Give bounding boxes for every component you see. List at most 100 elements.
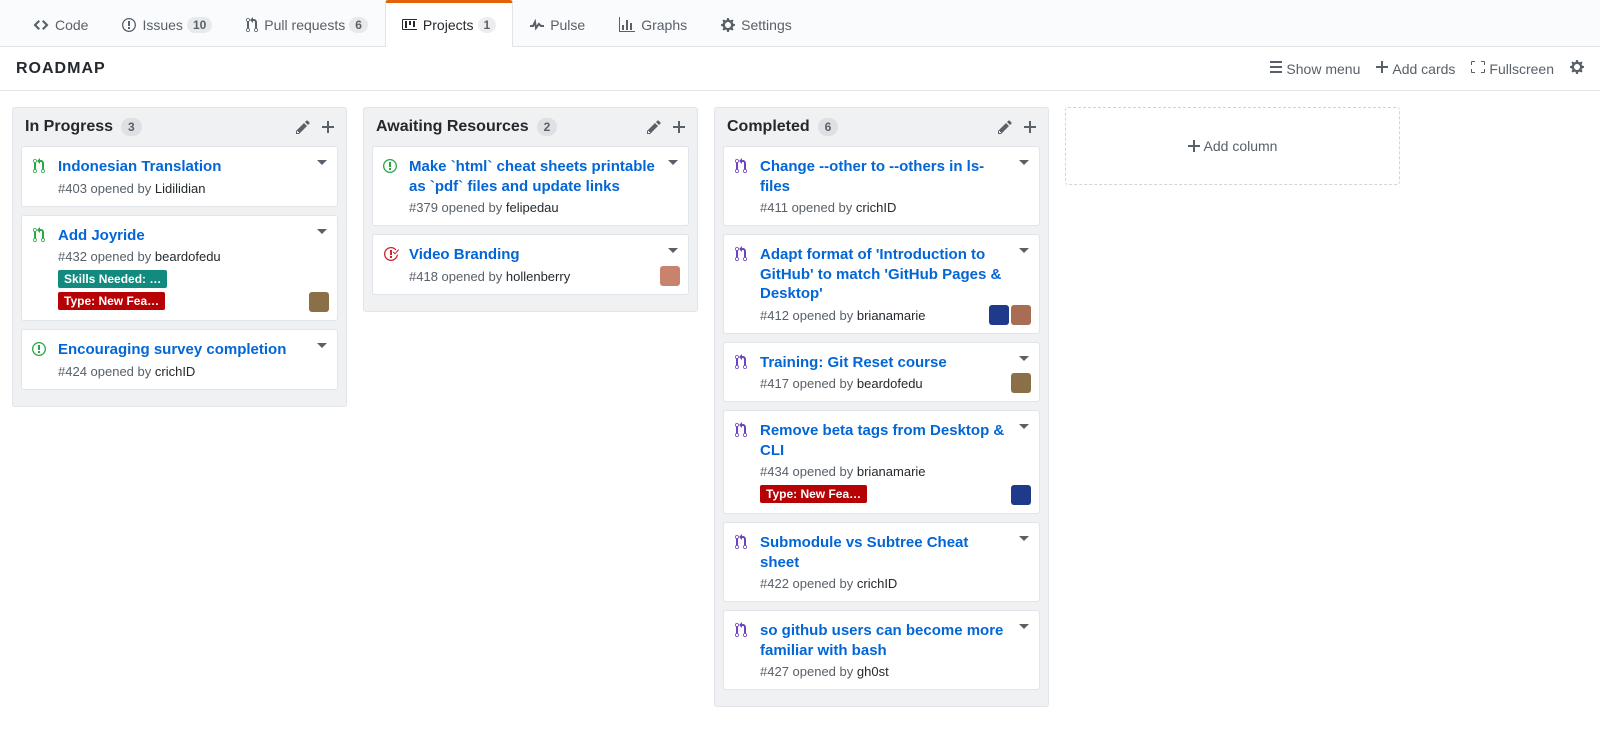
card-menu-button[interactable] xyxy=(666,243,680,260)
avatar[interactable] xyxy=(989,305,1009,325)
code-icon xyxy=(33,17,49,33)
graph-icon xyxy=(619,17,635,33)
pull-request-open-icon xyxy=(32,158,46,177)
label[interactable]: Skills Needed: … xyxy=(58,270,167,288)
edit-column-button[interactable] xyxy=(998,119,1012,135)
pulse-icon xyxy=(530,17,544,33)
card-menu-button[interactable] xyxy=(1017,531,1031,548)
assignee-avatars xyxy=(309,292,329,312)
project-card[interactable]: Encouraging survey completion#424 opened… xyxy=(21,329,338,390)
project-settings-button[interactable] xyxy=(1570,59,1584,78)
nav-pull-requests[interactable]: Pull requests 6 xyxy=(229,0,385,47)
card-menu-button[interactable] xyxy=(315,338,329,355)
column-count: 3 xyxy=(121,118,142,136)
project-card[interactable]: Training: Git Reset course#417 opened by… xyxy=(723,342,1040,403)
project-card[interactable]: Remove beta tags from Desktop & CLI#434 … xyxy=(723,410,1040,514)
project-card[interactable]: Make `html` cheat sheets printable as `p… xyxy=(372,146,689,226)
card-menu-button[interactable] xyxy=(1017,155,1031,172)
add-card-button[interactable] xyxy=(322,119,334,135)
project-column: Awaiting Resources2Make `html` cheat she… xyxy=(363,107,698,312)
card-menu-button[interactable] xyxy=(1017,419,1031,436)
card-menu-button[interactable] xyxy=(315,155,329,172)
card-author[interactable]: hollenberry xyxy=(506,269,570,284)
card-author[interactable]: brianamarie xyxy=(857,308,926,323)
show-menu-button[interactable]: Show menu xyxy=(1270,59,1360,78)
avatar[interactable] xyxy=(660,266,680,286)
project-card[interactable]: Change --other to --others in ls-files#4… xyxy=(723,146,1040,226)
pull-request-icon xyxy=(246,17,258,33)
issue-open-icon xyxy=(32,341,46,360)
card-author[interactable]: gh0st xyxy=(857,664,889,679)
card-menu-button[interactable] xyxy=(1017,243,1031,260)
card-title[interactable]: Adapt format of 'Introduction to GitHub'… xyxy=(760,245,1011,304)
issue-icon xyxy=(122,17,136,33)
card-author[interactable]: beardofedu xyxy=(155,249,221,264)
pull-request-merged-icon xyxy=(734,158,748,177)
pull-request-merged-icon xyxy=(734,354,748,373)
column-name: Awaiting Resources xyxy=(376,118,529,136)
three-bars-icon xyxy=(1270,59,1282,78)
card-title[interactable]: Add Joyride xyxy=(58,226,309,246)
label[interactable]: Type: New Fea… xyxy=(760,485,867,503)
card-title[interactable]: Submodule vs Subtree Cheat sheet xyxy=(760,533,1011,572)
card-title[interactable]: Training: Git Reset course xyxy=(760,353,1011,373)
pull-request-merged-icon xyxy=(734,622,748,641)
column-count: 6 xyxy=(818,118,839,136)
card-author[interactable]: brianamarie xyxy=(857,464,926,479)
card-author[interactable]: crichID xyxy=(155,364,195,379)
pull-request-merged-icon xyxy=(734,422,748,441)
project-card[interactable]: so github users can become more familiar… xyxy=(723,610,1040,690)
nav-code[interactable]: Code xyxy=(16,0,105,47)
column-header: Completed6 xyxy=(715,108,1048,146)
card-author[interactable]: felipedau xyxy=(506,200,559,215)
card-title[interactable]: Change --other to --others in ls-files xyxy=(760,157,1011,196)
card-menu-button[interactable] xyxy=(315,224,329,241)
avatar[interactable] xyxy=(1011,373,1031,393)
project-board: In Progress3Indonesian Translation#403 o… xyxy=(0,91,1600,723)
project-column: Completed6Change --other to --others in … xyxy=(714,107,1049,707)
avatar[interactable] xyxy=(1011,305,1031,325)
card-title[interactable]: Make `html` cheat sheets printable as `p… xyxy=(409,157,660,196)
card-title[interactable]: Remove beta tags from Desktop & CLI xyxy=(760,421,1011,460)
card-menu-button[interactable] xyxy=(1017,351,1031,368)
avatar[interactable] xyxy=(1011,485,1031,505)
nav-graphs[interactable]: Graphs xyxy=(602,0,704,47)
project-column: In Progress3Indonesian Translation#403 o… xyxy=(12,107,347,407)
card-author[interactable]: crichID xyxy=(857,576,897,591)
avatar[interactable] xyxy=(309,292,329,312)
project-card[interactable]: Adapt format of 'Introduction to GitHub'… xyxy=(723,234,1040,334)
card-author[interactable]: crichID xyxy=(856,200,896,215)
add-card-button[interactable] xyxy=(1024,119,1036,135)
card-menu-button[interactable] xyxy=(1017,619,1031,636)
project-card[interactable]: Indonesian Translation#403 opened by Lid… xyxy=(21,146,338,207)
nav-code-label: Code xyxy=(55,17,88,33)
add-cards-button[interactable]: Add cards xyxy=(1376,59,1455,78)
add-column-button[interactable]: Add column xyxy=(1065,107,1400,185)
nav-pulse[interactable]: Pulse xyxy=(513,0,602,47)
assignee-avatars xyxy=(660,266,680,286)
nav-projects[interactable]: Projects 1 xyxy=(385,0,513,47)
gear-icon xyxy=(721,17,735,33)
label[interactable]: Type: New Fea… xyxy=(58,292,165,310)
issue-open-icon xyxy=(383,158,397,177)
nav-issues[interactable]: Issues 10 xyxy=(105,0,229,47)
fullscreen-button[interactable]: Fullscreen xyxy=(1471,59,1554,78)
project-card[interactable]: Video Branding#418 opened by hollenberry xyxy=(372,234,689,295)
project-card[interactable]: Submodule vs Subtree Cheat sheet#422 ope… xyxy=(723,522,1040,602)
add-card-button[interactable] xyxy=(673,119,685,135)
fullscreen-icon xyxy=(1471,59,1485,78)
edit-column-button[interactable] xyxy=(296,119,310,135)
card-menu-button[interactable] xyxy=(666,155,680,172)
edit-column-button[interactable] xyxy=(647,119,661,135)
card-author[interactable]: beardofedu xyxy=(857,376,923,391)
project-card[interactable]: Add Joyride#432 opened by beardofeduSkil… xyxy=(21,215,338,322)
nav-settings-label: Settings xyxy=(741,17,792,33)
card-title[interactable]: so github users can become more familiar… xyxy=(760,621,1011,660)
nav-settings[interactable]: Settings xyxy=(704,0,809,47)
card-title[interactable]: Encouraging survey completion xyxy=(58,340,309,360)
issues-count: 10 xyxy=(187,17,212,33)
card-title[interactable]: Indonesian Translation xyxy=(58,157,309,177)
card-author[interactable]: Lidilidian xyxy=(155,181,206,196)
project-icon xyxy=(402,17,417,33)
card-title[interactable]: Video Branding xyxy=(409,245,660,265)
